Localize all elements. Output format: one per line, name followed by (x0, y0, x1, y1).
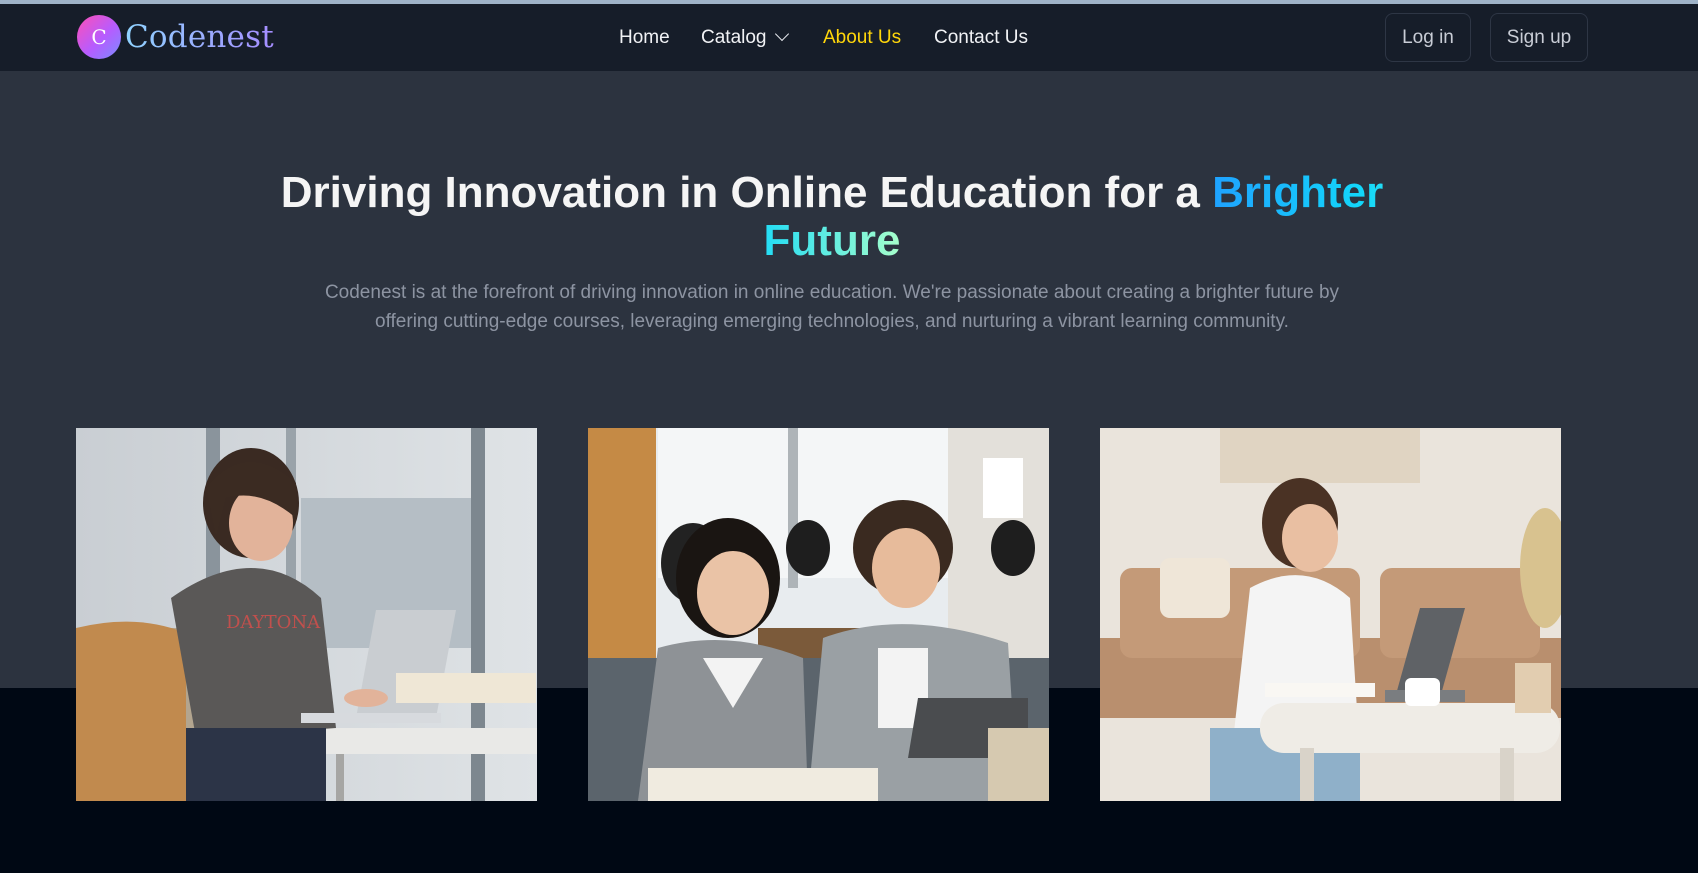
logo-icon: C (77, 15, 121, 59)
brand-logo[interactable]: C Codenest (77, 15, 274, 59)
navbar: C Codenest Home Catalog About Us Contact… (0, 4, 1698, 71)
nav-home[interactable]: Home (619, 27, 670, 49)
login-button[interactable]: Log in (1385, 13, 1471, 62)
nav-catalog[interactable]: Catalog (701, 26, 789, 49)
signup-button[interactable]: Sign up (1490, 13, 1588, 62)
hero-description: Codenest is at the forefront of driving … (324, 282, 1340, 332)
hero-title-main: Driving Innovation in Online Education f… (280, 168, 1213, 217)
logo-letter: C (91, 25, 107, 49)
chevron-down-icon (774, 26, 789, 42)
hero-title: Driving Innovation in Online Education f… (220, 169, 1444, 265)
nav-about-us[interactable]: About Us (823, 27, 901, 49)
student-laptop-image: DAYTONA (76, 428, 537, 801)
nav-contact-us[interactable]: Contact Us (934, 27, 1028, 49)
brand-name: Codenest (125, 19, 274, 55)
student-writing-image (1100, 428, 1561, 801)
shirt-print: DAYTONA (226, 612, 321, 633)
students-classroom-image (588, 428, 1049, 801)
nav-catalog-label: Catalog (701, 27, 767, 48)
